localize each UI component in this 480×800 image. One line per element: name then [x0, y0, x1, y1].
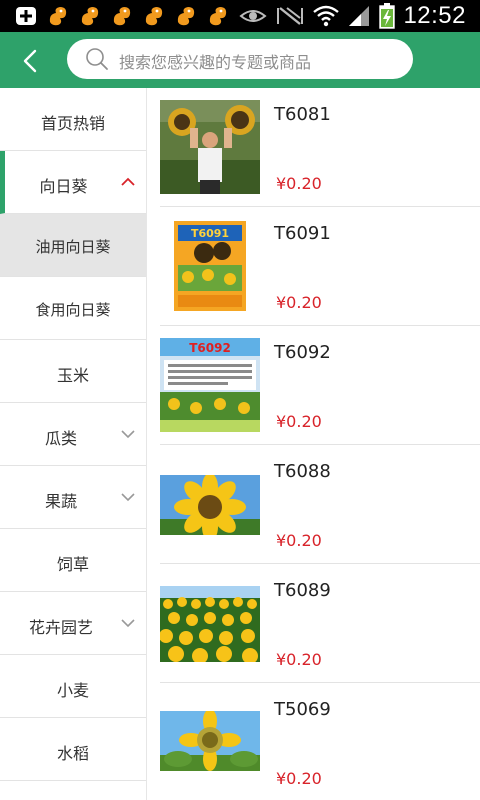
system-tray: 12:52	[239, 2, 466, 30]
sidebar-subitem-edible-sunflower[interactable]: 食用向日葵	[0, 277, 146, 340]
add-box-icon	[16, 7, 36, 25]
product-price: ¥0.20	[276, 769, 322, 788]
sidebar-item-forage[interactable]: 饲草	[0, 529, 146, 592]
sidebar-item-label: 首页热销	[40, 114, 105, 133]
seed-brochure-photo: T6092	[160, 338, 260, 432]
chevron-down-icon	[121, 430, 135, 439]
cell-signal-icon	[349, 6, 370, 26]
product-item[interactable]: T6088 ¥0.20	[160, 445, 480, 564]
sidebar-item-hot-sales[interactable]: 首页热销	[0, 88, 146, 151]
sunflower-field-photo	[160, 586, 260, 662]
battery-charging-icon	[379, 3, 396, 29]
sidebar-item-fruits-vegetables[interactable]: 果蔬	[0, 466, 146, 529]
squirrel-app-icon	[113, 7, 131, 26]
product-name: T6092	[274, 342, 331, 363]
product-item[interactable]: T6091 T6091 ¥0.20	[160, 207, 480, 326]
product-item[interactable]: T5069 ¥0.20	[160, 683, 480, 800]
sidebar-item-flowers-gardening[interactable]: 花卉园艺	[0, 592, 146, 655]
sidebar-item-label: 油用向日葵	[35, 238, 111, 256]
chevron-down-icon	[121, 493, 135, 502]
brochure-label: T6092	[189, 341, 231, 355]
sidebar-item-melons[interactable]: 瓜类	[0, 403, 146, 466]
chevron-down-icon	[121, 619, 135, 628]
category-sidebar: 首页热销 向日葵 油用向日葵 食用向日葵 玉米 瓜类 果蔬 饲草 花卉园艺 小麦	[0, 88, 147, 800]
clock: 12:52	[403, 2, 466, 29]
product-name: T5069	[274, 699, 331, 720]
wifi-icon	[313, 5, 340, 27]
product-price: ¥0.20	[276, 650, 322, 669]
product-price: ¥0.20	[276, 412, 322, 431]
sidebar-subitem-oil-sunflower[interactable]: 油用向日葵	[0, 214, 146, 277]
eye-icon	[239, 10, 268, 22]
sidebar-item-label: 玉米	[56, 366, 89, 385]
sidebar-item-label: 饲草	[56, 555, 89, 574]
sidebar-item-wheat[interactable]: 小麦	[0, 655, 146, 718]
sidebar-item-label: 瓜类	[44, 429, 77, 448]
product-item[interactable]: T6092 T6092 ¥0.20	[160, 326, 480, 445]
back-button[interactable]	[14, 44, 48, 78]
squirrel-app-icon	[49, 7, 67, 26]
sunflower-closeup-photo	[160, 475, 260, 535]
status-bar: 12:52	[0, 0, 480, 32]
product-price: ¥0.20	[276, 293, 322, 312]
search-input[interactable]: 搜索您感兴趣的专题或商品	[67, 39, 413, 79]
product-item[interactable]: T6089 ¥0.20	[160, 564, 480, 683]
squirrel-app-icon	[81, 7, 99, 26]
package-label: T6091	[191, 227, 229, 240]
sidebar-item-sunflower[interactable]: 向日葵	[0, 151, 146, 214]
product-list: T6081 ¥0.20 T6091 T6091 ¥0.20 T6092 T609…	[160, 88, 480, 800]
squirrel-app-icon	[145, 7, 163, 26]
product-item[interactable]: T6081 ¥0.20	[160, 88, 480, 207]
sidebar-item-label: 果蔬	[44, 492, 77, 511]
man-with-sunflower-heads-photo	[160, 100, 260, 194]
sidebar-item-label: 水稻	[56, 744, 89, 763]
squirrel-app-icon	[209, 7, 227, 26]
product-name: T6088	[274, 461, 331, 482]
search-icon	[86, 48, 108, 70]
sidebar-item-label: 向日葵	[39, 177, 88, 196]
product-name: T6081	[274, 104, 331, 125]
search-placeholder: 搜索您感兴趣的专题或商品	[119, 53, 312, 72]
notification-area	[14, 4, 230, 28]
product-price: ¥0.20	[276, 174, 322, 193]
chevron-up-icon	[121, 177, 135, 186]
top-app-bar: 搜索您感兴趣的专题或商品	[0, 32, 480, 88]
back-chevron-icon	[23, 49, 37, 73]
sidebar-item-label: 食用向日葵	[35, 301, 111, 319]
sidebar-item-corn[interactable]: 玉米	[0, 340, 146, 403]
seed-package-photo: T6091	[160, 219, 260, 313]
product-name: T6089	[274, 580, 331, 601]
squirrel-app-icon	[177, 7, 195, 26]
sidebar-item-label: 花卉园艺	[28, 618, 93, 637]
sunflower-sky-photo	[160, 711, 260, 771]
product-name: T6091	[274, 223, 331, 244]
product-price: ¥0.20	[276, 531, 322, 550]
no-signal-icon	[277, 7, 304, 25]
sidebar-item-label: 小麦	[56, 681, 89, 700]
sidebar-item-rice[interactable]: 水稻	[0, 718, 146, 781]
